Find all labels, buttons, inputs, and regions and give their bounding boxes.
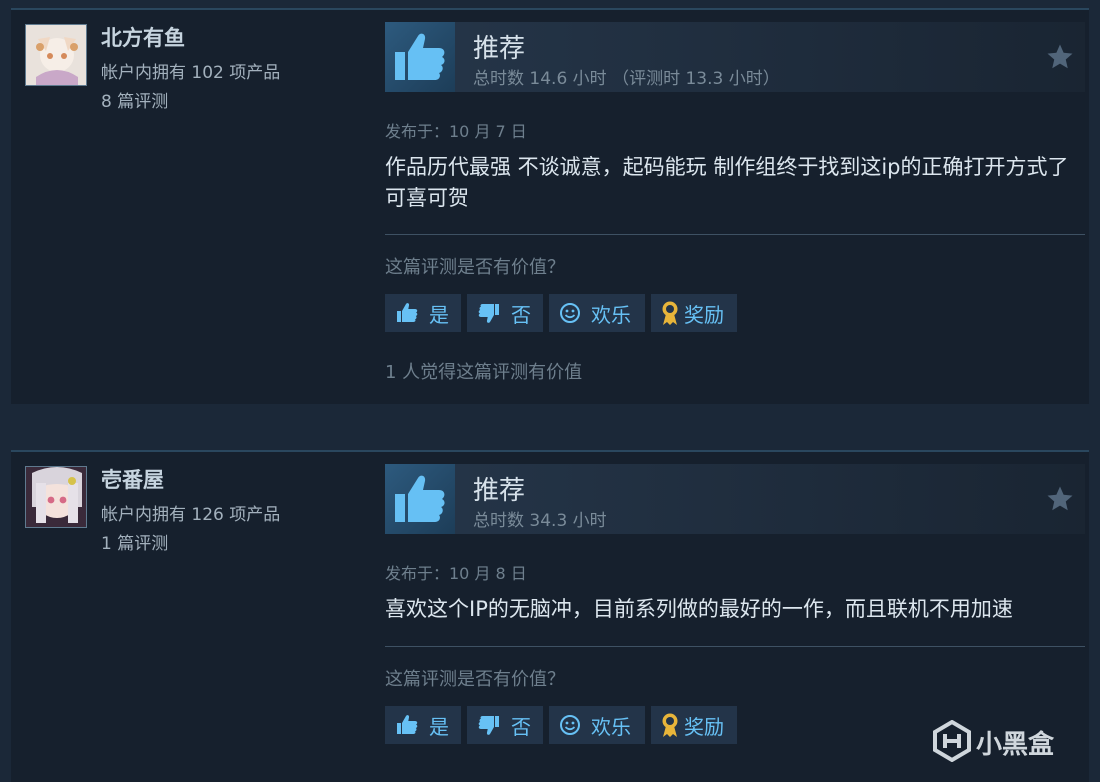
posted-date: 发布于：10 月 7 日 [385, 122, 527, 141]
smiley-icon [559, 302, 581, 329]
award-button[interactable]: 奖励 [651, 706, 737, 744]
products-owned[interactable]: 帐户内拥有 102 项产品 [101, 58, 280, 83]
helpful-question: 这篇评测是否有价值？ [385, 257, 565, 278]
star-icon[interactable] [1045, 484, 1075, 518]
avatar[interactable] [25, 24, 87, 86]
avatar[interactable] [25, 466, 87, 528]
vote-funny-button[interactable]: 欢乐 [549, 706, 645, 744]
thumbs-up-icon [385, 464, 455, 534]
vote-funny-button[interactable]: 欢乐 [549, 294, 645, 332]
verdict-title[interactable]: 推荐 [473, 470, 525, 507]
star-icon[interactable] [1045, 42, 1075, 76]
award-ribbon-icon [660, 300, 680, 331]
thumbs-up-icon [395, 302, 419, 329]
vote-header: 推荐 总时数 14.6 小时 （评测时 13.3 小时） [385, 22, 1085, 92]
review-card: 壱番屋 帐户内拥有 126 项产品 1 篇评测 推荐 总时数 34.3 小时 发… [11, 450, 1089, 782]
watermark: 小黑盒 [932, 718, 1082, 766]
found-helpful-count: 1 人觉得这篇评测有价值 [385, 362, 583, 383]
verdict-title[interactable]: 推荐 [473, 28, 525, 65]
smiley-icon [559, 714, 581, 741]
helpful-question: 这篇评测是否有价值？ [385, 669, 565, 690]
vote-header: 推荐 总时数 34.3 小时 [385, 464, 1085, 534]
vote-no-label: 否 [511, 303, 531, 327]
author-name[interactable]: 北方有鱼 [101, 22, 185, 52]
review-count[interactable]: 8 篇评测 [101, 87, 168, 112]
posted-date: 发布于：10 月 8 日 [385, 564, 527, 583]
author-name[interactable]: 壱番屋 [101, 464, 164, 494]
vote-no-button[interactable]: 否 [467, 706, 543, 744]
award-label: 奖励 [684, 715, 724, 739]
award-label: 奖励 [684, 303, 724, 327]
products-owned[interactable]: 帐户内拥有 126 项产品 [101, 500, 280, 525]
vote-funny-label: 欢乐 [591, 303, 631, 327]
thumbs-up-icon [385, 22, 455, 92]
watermark-text: 小黑盒 [976, 730, 1055, 760]
award-button[interactable]: 奖励 [651, 294, 737, 332]
vote-yes-button[interactable]: 是 [385, 294, 461, 332]
playtime: 总时数 34.3 小时 [473, 511, 607, 531]
divider [385, 646, 1085, 647]
thumbs-up-icon [395, 714, 419, 741]
review-card: 北方有鱼 帐户内拥有 102 项产品 8 篇评测 推荐 总时数 14.6 小时 … [11, 8, 1089, 404]
vote-yes-label: 是 [429, 715, 449, 739]
thumbs-down-icon [477, 714, 501, 741]
vote-no-label: 否 [511, 715, 531, 739]
review-text: 喜欢这个IP的无脑冲，目前系列做的最好的一作，而且联机不用加速 [385, 597, 1013, 621]
review-count[interactable]: 1 篇评测 [101, 529, 168, 554]
vote-yes-label: 是 [429, 303, 449, 327]
award-ribbon-icon [660, 712, 680, 743]
vote-yes-button[interactable]: 是 [385, 706, 461, 744]
divider [385, 234, 1085, 235]
vote-funny-label: 欢乐 [591, 715, 631, 739]
review-text: 作品历代最强 不谈诚意，起码能玩 制作组终于找到这ip的正确打开方式了 可喜可贺 [385, 155, 1069, 210]
vote-no-button[interactable]: 否 [467, 294, 543, 332]
thumbs-down-icon [477, 302, 501, 329]
playtime: 总时数 14.6 小时 （评测时 13.3 小时） [473, 69, 780, 89]
